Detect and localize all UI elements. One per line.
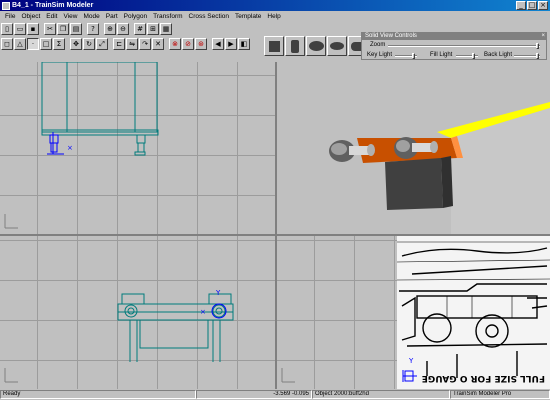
maximize-button[interactable]: □ xyxy=(527,1,537,10)
cylinder-shape-icon[interactable] xyxy=(285,36,305,56)
back-light-thumb[interactable] xyxy=(536,53,539,59)
fill-icon[interactable]: ▦ xyxy=(160,23,172,35)
title-bar: B4_1 - TrainSim Modeler _ □ × xyxy=(0,0,550,11)
viewport-side[interactable]: × xyxy=(0,62,275,234)
back-light-label: Back Light xyxy=(484,52,513,58)
help-icon[interactable]: ? xyxy=(87,23,99,35)
menu-bar: File Object Edit View Mode Part Polygon … xyxy=(0,11,550,21)
rotate-icon[interactable]: ↻ xyxy=(83,38,95,50)
mirror-icon[interactable]: ⇋ xyxy=(126,38,138,50)
viewport-3d[interactable] xyxy=(277,62,550,234)
snap-icon[interactable]: ⊞ xyxy=(147,23,159,35)
svc-close-icon[interactable]: × xyxy=(541,33,545,40)
error-check-icon[interactable]: ⊗ xyxy=(169,38,181,50)
zoom-label: Zoom xyxy=(370,42,386,48)
disc-shape-icon[interactable] xyxy=(306,36,326,56)
error-clear-icon[interactable]: ⊛ xyxy=(195,38,207,50)
grid-icon[interactable]: # xyxy=(134,23,146,35)
zoom-out-icon[interactable]: ⊖ xyxy=(117,23,129,35)
front-wireframe: Y xyxy=(281,357,417,383)
text-icon[interactable]: Σ xyxy=(53,38,65,50)
menu-help[interactable]: Help xyxy=(264,13,283,20)
sphere-shape-icon[interactable] xyxy=(327,36,347,56)
menu-edit[interactable]: Edit xyxy=(43,13,60,20)
next-icon[interactable]: ▶ xyxy=(225,38,237,50)
reset-view-icon[interactable]: ◧ xyxy=(238,38,250,50)
app-name: TrainSim Modeler Pro xyxy=(450,390,550,399)
cube-shape-icon[interactable] xyxy=(264,36,284,56)
origin-marker: × xyxy=(200,308,206,316)
menu-part[interactable]: Part xyxy=(103,13,121,20)
fill-light-thumb[interactable] xyxy=(472,53,475,59)
triangle-icon[interactable]: △ xyxy=(14,38,26,50)
toolbar-main: ▯ ▭ ▪ ✂ ❐ ▤ ? ⊕ ⊖ # ⊞ ▦ xyxy=(1,22,172,36)
menu-cross-section[interactable]: Cross Section xyxy=(186,13,232,20)
toolbar-edit: ◻ △ · □ Σ ✥ ↻ ⤢ ⊏ ⇋ ↷ ✕ ⊗ ⊘ ⊛ ◀ ▶ ◧ xyxy=(1,37,250,51)
close-button[interactable]: × xyxy=(538,1,548,10)
object-readout: Object 2000:buff2hd xyxy=(312,390,450,399)
minimize-button[interactable]: _ xyxy=(516,1,526,10)
new-file-icon[interactable]: ▯ xyxy=(1,23,13,35)
error-fix-icon[interactable]: ⊘ xyxy=(182,38,194,50)
menu-mode[interactable]: Mode xyxy=(80,13,102,20)
status-text: Ready xyxy=(0,390,196,399)
scale-icon[interactable]: ⤢ xyxy=(96,38,108,50)
key-light-label: Key Light xyxy=(367,52,393,58)
origin-marker: × xyxy=(67,144,73,152)
window-title: B4_1 - TrainSim Modeler xyxy=(12,2,94,9)
viewport-front[interactable]: FULL SIZE FOR O GAUGE Y xyxy=(277,236,550,389)
save-icon[interactable]: ▪ xyxy=(27,23,39,35)
viewport-plan[interactable]: Y × xyxy=(0,236,275,389)
select-region-icon[interactable]: ◻ xyxy=(1,38,13,50)
delete-icon[interactable]: ✕ xyxy=(152,38,164,50)
axis-y-label: Y xyxy=(215,289,221,297)
zoom-slider-thumb[interactable] xyxy=(536,43,539,49)
zoom-slider[interactable] xyxy=(388,45,540,47)
redo-icon[interactable]: ↷ xyxy=(139,38,151,50)
copy-icon[interactable]: ❐ xyxy=(57,23,69,35)
cut-icon[interactable]: ✂ xyxy=(44,23,56,35)
fill-light-label: Fill Light xyxy=(430,52,453,58)
menu-polygon[interactable]: Polygon xyxy=(121,13,151,20)
app-icon[interactable] xyxy=(2,1,10,10)
menu-transform[interactable]: Transform xyxy=(150,13,185,20)
side-wireframe: × xyxy=(4,62,159,229)
menu-view[interactable]: View xyxy=(60,13,80,20)
move-icon[interactable]: ✥ xyxy=(70,38,82,50)
viewport-area: × Y × FULL SIZE FOR O GAUGE Y xyxy=(0,62,550,389)
prev-icon[interactable]: ◀ xyxy=(212,38,224,50)
plan-wireframe: Y × xyxy=(4,289,234,383)
solid-render xyxy=(329,102,550,234)
align-icon[interactable]: ⊏ xyxy=(113,38,125,50)
zoom-in-icon[interactable]: ⊕ xyxy=(104,23,116,35)
menu-file[interactable]: File xyxy=(2,13,18,20)
menu-object[interactable]: Object xyxy=(18,13,43,20)
menu-template[interactable]: Template xyxy=(232,13,264,20)
key-light-thumb[interactable] xyxy=(412,53,415,59)
open-file-icon[interactable]: ▭ xyxy=(14,23,26,35)
svc-title-bar: Solid View Controls × xyxy=(362,33,546,40)
coords-readout: -3.569 -0.095 xyxy=(196,390,312,399)
solid-view-controls: Solid View Controls × Zoom Key Light Fil… xyxy=(361,32,547,60)
svc-title: Solid View Controls xyxy=(365,33,417,39)
paste-icon[interactable]: ▤ xyxy=(70,23,82,35)
axis-y-label: Y xyxy=(408,357,414,365)
point-icon[interactable]: · xyxy=(27,38,39,50)
status-bar: Ready -3.569 -0.095 Object 2000:buff2hd … xyxy=(0,389,550,400)
rectangle-icon[interactable]: □ xyxy=(40,38,52,50)
